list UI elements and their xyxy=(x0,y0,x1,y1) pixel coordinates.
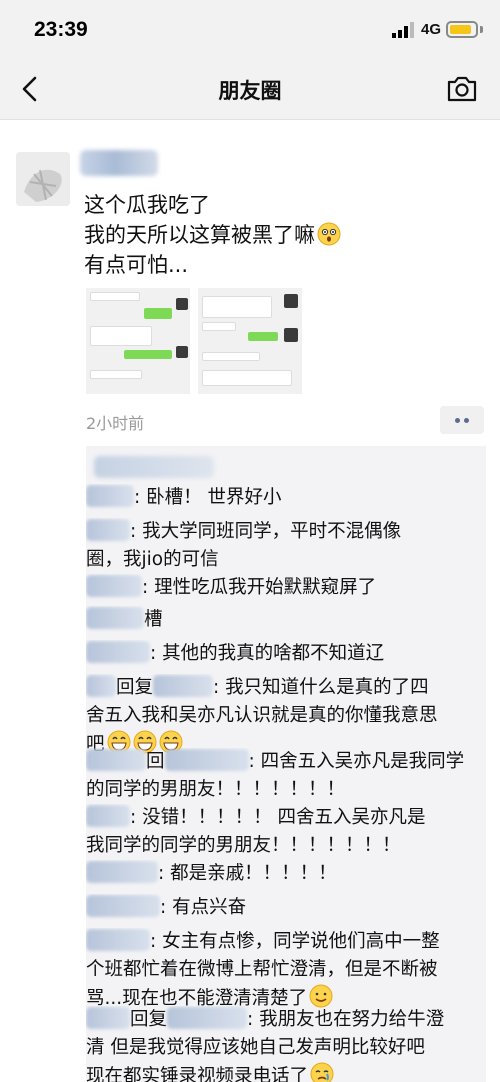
more-dots-icon[interactable] xyxy=(440,406,484,434)
comment-line: 的同学的男朋友！！！！！！！ xyxy=(86,779,346,800)
comment[interactable]: : 理性吃瓜我开始默默窥屏了 xyxy=(86,574,486,602)
battery-icon xyxy=(446,21,478,38)
comment-line: 回复: 我只知道什么是真的了四 xyxy=(86,674,486,702)
comment-line: 我同学的同学的男朋友！！！！！！！ xyxy=(86,835,401,856)
post-photo[interactable] xyxy=(198,288,302,394)
post-line: 我的天所以这算被黑了嘛 xyxy=(84,220,484,250)
commenter-name-redacted xyxy=(86,895,160,917)
comment-line: 槽 xyxy=(86,606,486,634)
reply-target-redacted xyxy=(167,1007,248,1029)
comment-line: : 都是亲戚！！！！！ xyxy=(86,860,486,888)
comment-line: : 女主有点惨，同学说他们高中一整 xyxy=(86,928,486,956)
comment-line: 现在都实锤录视频录电话了 xyxy=(86,1062,486,1082)
page-title: 朋友圈 xyxy=(218,79,282,103)
post-photo[interactable] xyxy=(86,288,190,394)
comment[interactable]: : 有点兴奋 xyxy=(86,894,486,922)
commenter-name-redacted xyxy=(86,607,144,629)
nav-bar: 朋友圈 xyxy=(0,58,500,120)
commenter-name-redacted xyxy=(86,519,130,541)
comment[interactable]: 槽 xyxy=(86,606,486,634)
comment[interactable]: : 卧槽！ 世界好小 xyxy=(86,484,486,512)
battery-cap xyxy=(480,26,483,33)
status-time: 23:39 xyxy=(34,18,88,41)
commenter-name-redacted xyxy=(86,805,130,827)
comment-line: 圈，我jio的可信 xyxy=(86,549,219,570)
comment-line: : 其他的我真的啥都不知道辽 xyxy=(86,640,486,668)
comment-line: 回: 四舍五入吴亦凡是我同学 xyxy=(86,748,486,776)
comment-line: : 卧槽！ 世界好小 xyxy=(86,484,486,512)
comments-section: : 卧槽！ 世界好小 : 我大学同班同学，平时不混偶像 圈，我jio的可信 : … xyxy=(86,446,486,1082)
comment[interactable]: : 其他的我真的啥都不知道辽 xyxy=(86,640,486,668)
signal-icon xyxy=(392,22,414,38)
commenter-name-redacted xyxy=(86,749,146,771)
comment[interactable]: : 没错！！！！！ 四舍五入吴亦凡是 我同学的同学的男朋友！！！！！！！ xyxy=(86,804,486,860)
commenter-name-redacted xyxy=(86,575,142,597)
comment-line: 回复: 我朋友也在努力给牛澄 xyxy=(86,1006,486,1034)
post-text: 这个瓜我吃了 我的天所以这算被黑了嘛 有点可怕... xyxy=(84,190,484,280)
author-name-redacted[interactable] xyxy=(80,150,158,176)
comment[interactable]: : 女主有点惨，同学说他们高中一整 个班都忙着在微博上帮忙澄清，但是不断被 骂.… xyxy=(86,928,486,1013)
comment[interactable]: : 我大学同班同学，平时不混偶像 圈，我jio的可信 xyxy=(86,518,486,574)
comment-line: 清 但是我觉得应该她自己发声明比较好吧 xyxy=(86,1037,425,1058)
commenter-name-redacted xyxy=(86,641,150,663)
commenter-name-redacted xyxy=(86,675,116,697)
crying-face-icon xyxy=(310,1062,334,1082)
comment[interactable]: : 都是亲戚！！！！！ xyxy=(86,860,486,888)
comment[interactable]: 回: 四舍五入吴亦凡是我同学 的同学的男朋友！！！！！！！ xyxy=(86,748,486,804)
comment[interactable]: 回复: 我只知道什么是真的了四 舍五入我和吴亦凡认识就是真的你懂我意思 吧 xyxy=(86,674,486,759)
camera-icon[interactable] xyxy=(446,74,478,104)
commenter-name-redacted xyxy=(86,861,158,883)
commenter-name-redacted xyxy=(86,1007,130,1029)
astonished-face-icon xyxy=(317,222,341,246)
smiling-face-icon xyxy=(309,984,333,1008)
avatar[interactable] xyxy=(16,152,70,206)
post-line: 有点可怕... xyxy=(84,253,189,277)
comment-line: 舍五入我和吴亦凡认识就是真的你懂我意思 xyxy=(86,705,438,726)
network-label: 4G xyxy=(421,21,442,38)
comment-line: : 理性吃瓜我开始默默窥屏了 xyxy=(86,574,486,602)
comment-line: : 没错！！！！！ 四舍五入吴亦凡是 xyxy=(86,804,486,832)
post-timestamp: 2小时前 xyxy=(86,414,145,433)
reply-target-redacted xyxy=(153,675,214,697)
likes-redacted xyxy=(94,456,214,478)
commenter-name-redacted xyxy=(86,485,134,507)
comment-line: : 有点兴奋 xyxy=(86,894,486,922)
comment-line: : 我大学同班同学，平时不混偶像 xyxy=(86,518,486,546)
comment[interactable]: 回复: 我朋友也在努力给牛澄 清 但是我觉得应该她自己发声明比较好吧 现在都实锤… xyxy=(86,1006,486,1082)
commenter-name-redacted xyxy=(86,929,150,951)
post-line: 这个瓜我吃了 xyxy=(84,193,210,217)
status-bar: 23:39 4G xyxy=(0,0,500,58)
reply-target-redacted xyxy=(164,749,249,771)
comment-line: 个班都忙着在微博上帮忙澄清，但是不断被 xyxy=(86,959,438,980)
